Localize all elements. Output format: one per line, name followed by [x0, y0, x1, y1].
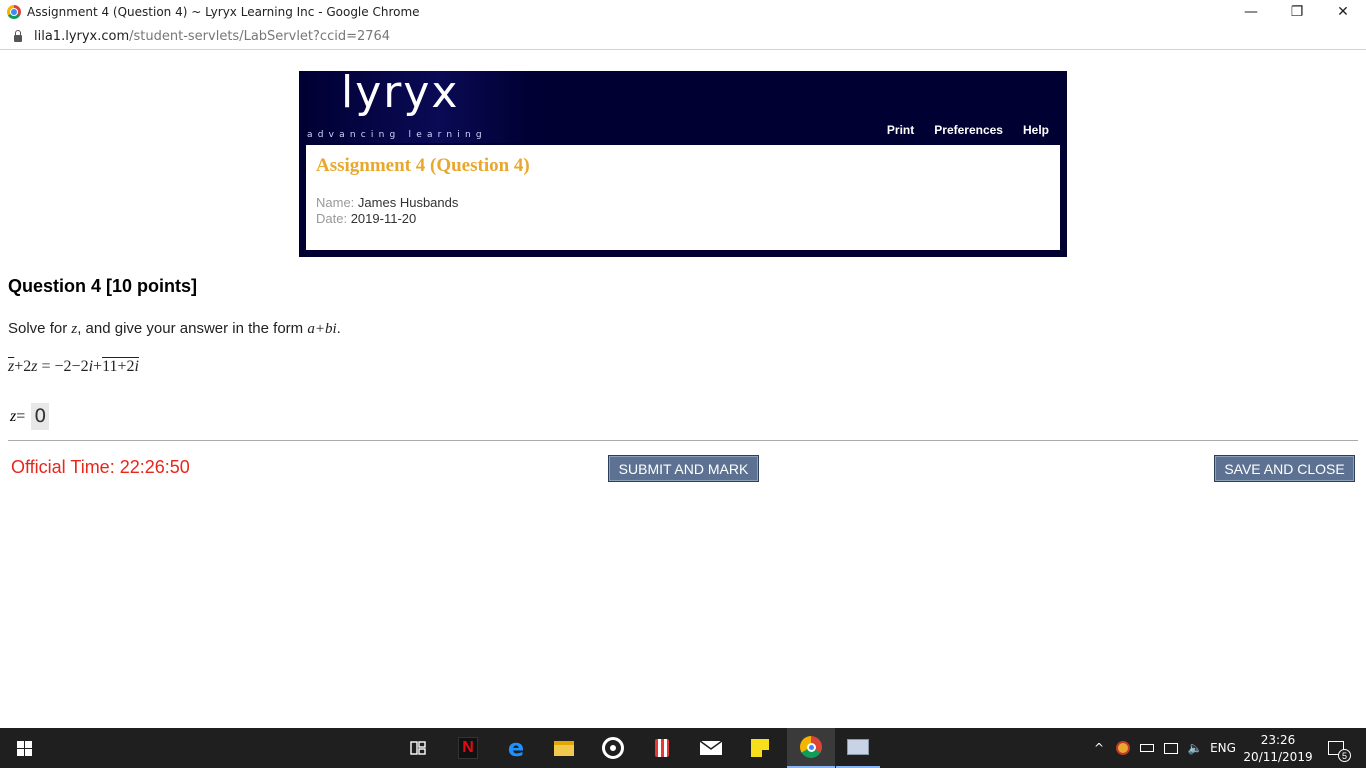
lyryx-logo: lyryx advancing learning	[299, 67, 531, 143]
answer-row: z = 0	[10, 403, 50, 430]
question-equation: z+2z = −2−2i+11+2i	[8, 358, 139, 375]
date-value: 2019-11-20	[350, 211, 417, 226]
assignment-date: Date: 2019-11-20	[316, 211, 416, 226]
lock-icon	[14, 29, 22, 42]
clock[interactable]: 23:26 20/11/2019	[1243, 728, 1313, 768]
question-heading: Question 4 [10 points]	[8, 276, 198, 296]
logo-tagline: advancing learning	[307, 130, 487, 140]
volume-icon[interactable]: 🔈	[1184, 728, 1206, 768]
chrome-taskbar-icon[interactable]	[787, 728, 835, 768]
task-view-icon[interactable]	[396, 728, 440, 768]
chrome-icon	[7, 5, 21, 19]
popcorn-icon[interactable]	[640, 728, 684, 768]
divider	[8, 440, 1358, 441]
battery-icon[interactable]	[1136, 728, 1158, 768]
conjugate-term: 11+2i	[102, 358, 139, 375]
address-bar[interactable]: lila1.lyryx.com/student-servlets/LabServ…	[0, 24, 1366, 50]
mail-icon[interactable]	[689, 728, 733, 768]
minimize-button[interactable]: —	[1228, 0, 1274, 24]
taskbar: N e ^ 🔈 ENG 23:26 20/11/2019 5	[0, 728, 1366, 768]
edge-icon[interactable]: e	[494, 728, 538, 768]
clock-time: 23:26	[1260, 732, 1296, 747]
netflix-icon[interactable]: N	[446, 728, 490, 768]
chevron-up-icon[interactable]: ^	[1090, 728, 1108, 768]
file-explorer-icon[interactable]	[542, 728, 586, 768]
windows-icon	[16, 740, 32, 756]
restore-button[interactable]: ❐	[1274, 0, 1320, 24]
window-titlebar: Assignment 4 (Question 4) ~ Lyryx Learni…	[0, 0, 1366, 24]
print-link[interactable]: Print	[887, 123, 914, 137]
save-and-close-button[interactable]: SAVE AND CLOSE	[1214, 455, 1355, 482]
student-name: Name: James Husbands	[316, 195, 458, 210]
close-button[interactable]: ✕	[1320, 0, 1366, 24]
sticky-notes-icon[interactable]	[738, 728, 782, 768]
url-text[interactable]: lila1.lyryx.com/student-servlets/LabServ…	[34, 29, 390, 44]
lyryx-header: lyryx advancing learning Print Preferenc…	[299, 67, 1067, 257]
security-icon[interactable]	[1112, 728, 1134, 768]
official-time: Official Time: 22:26:50	[11, 457, 190, 477]
top-nav: Print Preferences Help	[887, 123, 1049, 137]
submit-and-mark-button[interactable]: SUBMIT AND MARK	[608, 455, 759, 482]
network-icon[interactable]	[1160, 728, 1182, 768]
name-label: Name:	[316, 195, 355, 210]
start-button[interactable]	[0, 728, 48, 768]
photos-icon[interactable]	[836, 728, 880, 768]
assignment-info-panel: Assignment 4 (Question 4) Name: James Hu…	[306, 145, 1060, 250]
notification-count: 5	[1338, 749, 1351, 762]
language-indicator[interactable]: ENG	[1208, 728, 1238, 768]
question-prompt: Solve for z, and give your answer in the…	[8, 320, 341, 337]
preferences-link[interactable]: Preferences	[934, 123, 1003, 137]
groove-music-icon[interactable]	[591, 728, 635, 768]
date-label: Date:	[316, 211, 348, 226]
help-link[interactable]: Help	[1023, 123, 1049, 137]
clock-date: 20/11/2019	[1243, 749, 1313, 764]
name-value: James Husbands	[357, 195, 459, 210]
answer-input[interactable]: 0	[31, 403, 50, 430]
assignment-title: Assignment 4 (Question 4)	[316, 155, 530, 176]
logo-text: lyryx	[341, 67, 460, 118]
notification-center-icon[interactable]: 5	[1318, 728, 1354, 768]
window-title: Assignment 4 (Question 4) ~ Lyryx Learni…	[27, 5, 420, 19]
